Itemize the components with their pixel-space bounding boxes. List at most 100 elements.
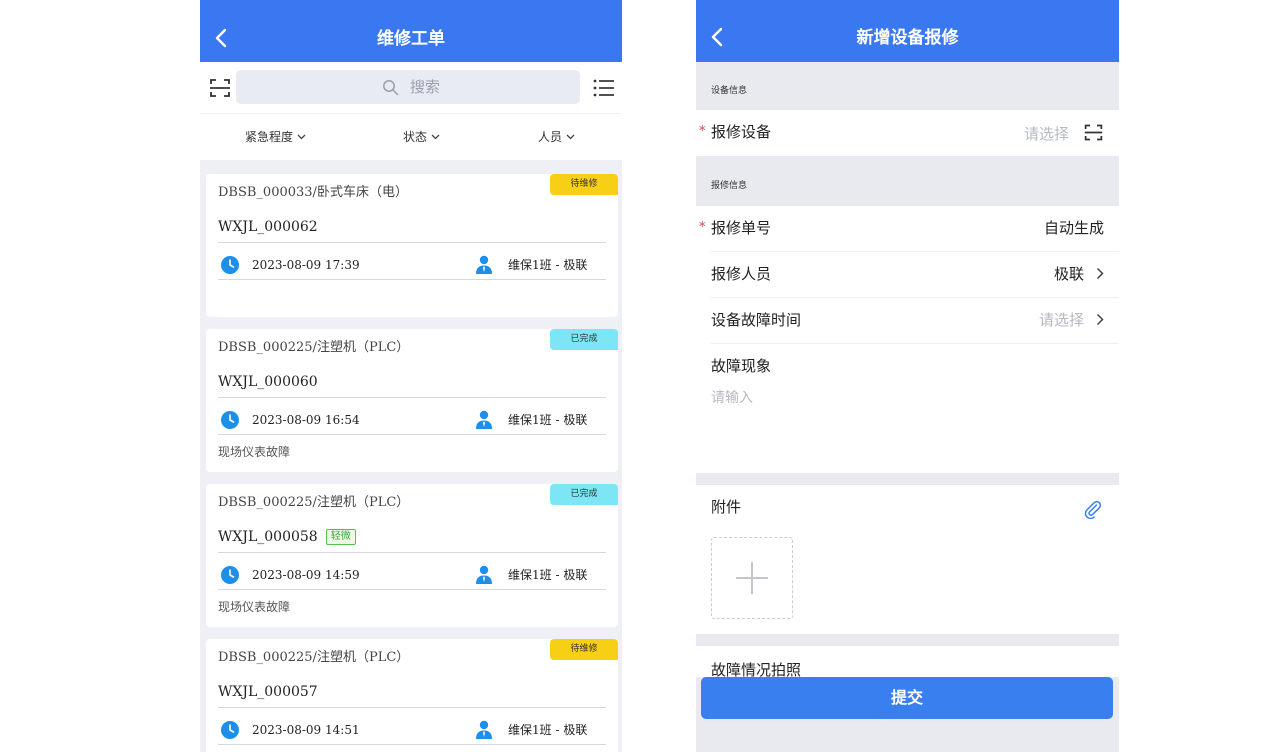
order-code-text: WXJL_000057 bbox=[218, 684, 318, 700]
status-badge: 待维修 bbox=[550, 174, 618, 195]
status-badge: 已完成 bbox=[550, 484, 618, 505]
order-team: 维保1班 - 极联 bbox=[508, 723, 588, 737]
divider bbox=[218, 434, 606, 435]
required-mark: * bbox=[699, 220, 706, 235]
person-icon bbox=[476, 410, 492, 429]
order-info: 2023-08-09 14:51 维保1班 - 极联 bbox=[218, 718, 606, 742]
clock-icon bbox=[221, 721, 239, 739]
section-header: 设备信息 bbox=[696, 62, 1119, 110]
order-team: 维保1班 - 极联 bbox=[508, 568, 588, 582]
section-label: 设备信息 bbox=[711, 86, 748, 96]
divider bbox=[218, 589, 606, 590]
chevron-right-icon bbox=[1096, 267, 1104, 280]
divider bbox=[218, 744, 606, 745]
attachment-label: 附件 bbox=[711, 498, 742, 516]
page-title: 新增设备报修 bbox=[856, 28, 959, 48]
upload-button[interactable] bbox=[711, 537, 793, 619]
order-time: 2023-08-09 16:54 bbox=[252, 413, 360, 427]
device-select-row[interactable]: * 报修设备 请选择 bbox=[696, 110, 1119, 156]
fault-time-placeholder: 请选择 bbox=[1038, 311, 1084, 329]
search-bar: 搜索 bbox=[200, 62, 622, 114]
equipment-name: DBSB_000225/注塑机（PLC） bbox=[218, 650, 410, 665]
work-order-card[interactable]: DBSB_000225/注塑机（PLC） 待维修 WXJL_000057 202… bbox=[206, 639, 618, 752]
section-header: 报修信息 bbox=[696, 156, 1119, 206]
reporter-value: 极联 bbox=[1053, 265, 1084, 283]
left-navbar: 维修工单 bbox=[200, 0, 622, 62]
order-code: WXJL_000060 bbox=[218, 372, 318, 392]
attachment-block: 附件 bbox=[696, 485, 1119, 634]
submit-button[interactable]: 提交 bbox=[701, 677, 1113, 719]
order-time: 2023-08-09 14:59 bbox=[252, 568, 360, 582]
section-label: 报修信息 bbox=[711, 181, 748, 191]
new-repair-screen: 新增设备报修 设备信息 * 报修设备 请选择 报修信息 * 报修单号 自动生成 … bbox=[696, 0, 1119, 752]
order-time: 2023-08-09 14:51 bbox=[252, 723, 360, 737]
filter-urgency[interactable]: 紧急程度 bbox=[245, 128, 306, 146]
divider bbox=[218, 242, 606, 243]
fault-time-select[interactable]: 请选择 bbox=[1039, 310, 1104, 330]
field-label: 报修设备 bbox=[711, 123, 772, 141]
order-code-text: WXJL_000060 bbox=[218, 374, 318, 390]
chevron-down-icon bbox=[297, 134, 306, 139]
person-icon bbox=[476, 255, 492, 274]
equipment-name: DBSB_000225/注塑机（PLC） bbox=[218, 495, 410, 510]
search-placeholder: 搜索 bbox=[410, 78, 441, 96]
chevron-down-icon bbox=[566, 134, 575, 139]
divider bbox=[218, 707, 606, 708]
divider bbox=[218, 397, 606, 398]
order-team: 维保1班 - 极联 bbox=[508, 413, 588, 427]
clock-icon bbox=[221, 566, 239, 584]
field-label: 报修单号 bbox=[711, 219, 772, 237]
filter-person[interactable]: 人员 bbox=[538, 128, 575, 146]
page-title: 维修工单 bbox=[377, 29, 445, 49]
order-code: WXJL_000057 bbox=[218, 682, 318, 702]
divider bbox=[218, 279, 606, 280]
symptom-block: 故障现象 请输入 bbox=[696, 344, 1119, 473]
fault-description: 现场仪表故障 bbox=[218, 445, 291, 459]
symptom-textarea[interactable]: 请输入 bbox=[711, 388, 1101, 458]
order-team: 维保1班 - 极联 bbox=[508, 258, 588, 272]
fault-time-row[interactable]: 设备故障时间 请选择 bbox=[696, 298, 1119, 344]
work-order-card[interactable]: DBSB_000225/注塑机（PLC） 已完成 WXJL_000060 202… bbox=[206, 329, 618, 472]
paperclip-icon[interactable] bbox=[1083, 499, 1103, 519]
clock-icon bbox=[221, 256, 239, 274]
scan-icon[interactable] bbox=[1083, 122, 1104, 143]
order-code: WXJL_000062 bbox=[218, 217, 318, 237]
device-select[interactable]: 请选择 bbox=[1024, 122, 1104, 144]
order-info: 2023-08-09 17:39 维保1班 - 极联 bbox=[218, 253, 606, 277]
fault-description: 现场仪表故障 bbox=[218, 600, 291, 614]
equipment-name: DBSB_000033/卧式车床（电） bbox=[218, 185, 408, 200]
equipment-name: DBSB_000225/注塑机（PLC） bbox=[218, 340, 410, 355]
reporter-select[interactable]: 极联 bbox=[1054, 264, 1104, 284]
search-icon bbox=[383, 80, 399, 96]
person-icon bbox=[476, 720, 492, 739]
field-label: 报修人员 bbox=[711, 265, 772, 283]
order-code: WXJL_000058 轻微 bbox=[218, 527, 356, 547]
order-info: 2023-08-09 14:59 维保1班 - 极联 bbox=[218, 563, 606, 587]
filter-bar: 紧急程度 状态 人员 bbox=[200, 114, 622, 160]
chevron-down-icon bbox=[431, 134, 440, 139]
order-info: 2023-08-09 16:54 维保1班 - 极联 bbox=[218, 408, 606, 432]
filter-label: 紧急程度 bbox=[245, 130, 294, 144]
person-icon bbox=[476, 565, 492, 584]
severity-badge: 轻微 bbox=[325, 529, 356, 545]
work-order-card[interactable]: DBSB_000033/卧式车床（电） 待维修 WXJL_000062 2023… bbox=[206, 174, 618, 317]
reporter-row[interactable]: 报修人员 极联 bbox=[696, 252, 1119, 298]
chevron-right-icon bbox=[1096, 313, 1104, 326]
search-input[interactable]: 搜索 bbox=[236, 70, 580, 104]
list-menu-icon[interactable] bbox=[592, 76, 616, 100]
required-mark: * bbox=[699, 124, 706, 139]
order-code-text: WXJL_000058 bbox=[218, 529, 318, 545]
order-number-row: * 报修单号 自动生成 bbox=[696, 206, 1119, 252]
work-order-list-screen: 维修工单 搜索 紧急程度 状态 人员 DBSB_000033/卧式车床（电） 待… bbox=[200, 0, 622, 752]
divider bbox=[218, 552, 606, 553]
right-navbar: 新增设备报修 bbox=[696, 0, 1119, 62]
clock-icon bbox=[221, 411, 239, 429]
filter-label: 状态 bbox=[403, 130, 428, 144]
status-badge: 待维修 bbox=[550, 639, 618, 660]
filter-status[interactable]: 状态 bbox=[403, 128, 440, 146]
scan-icon[interactable] bbox=[208, 76, 232, 100]
order-number-value: 自动生成 bbox=[1043, 219, 1104, 237]
order-time: 2023-08-09 17:39 bbox=[252, 258, 360, 272]
work-order-card[interactable]: DBSB_000225/注塑机（PLC） 已完成 WXJL_000058 轻微 2… bbox=[206, 484, 618, 627]
plus-icon bbox=[736, 562, 768, 594]
